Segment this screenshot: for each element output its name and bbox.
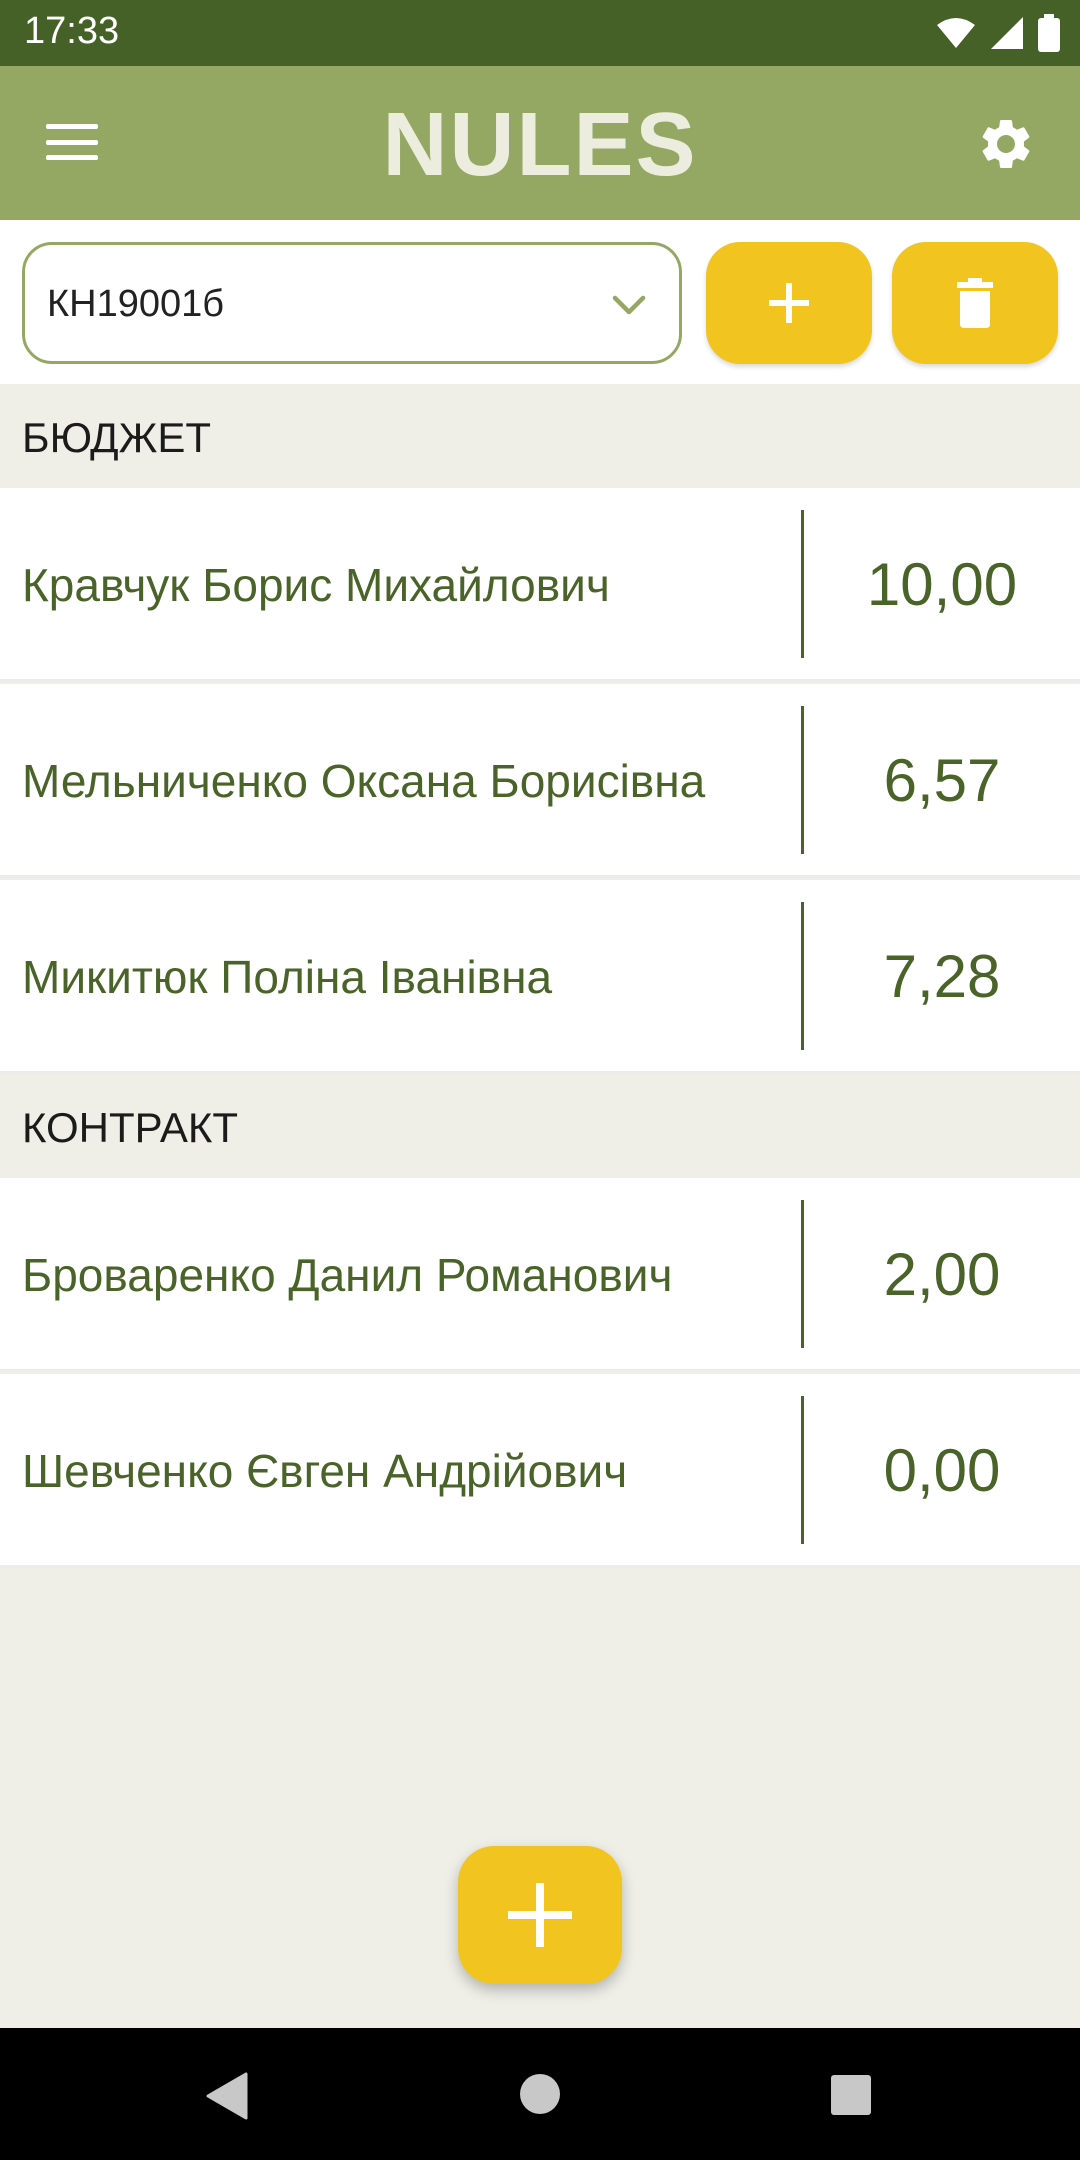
student-score: 2,00 [883, 1241, 1001, 1308]
home-icon[interactable] [518, 2072, 562, 2116]
student-row[interactable]: Микитюк Поліна Іванівна 7,28 [0, 880, 1080, 1074]
status-icons [936, 12, 1060, 54]
trash-icon [957, 278, 993, 328]
plus-icon [508, 1883, 572, 1947]
group-select[interactable]: КН19001б [22, 242, 682, 364]
add-student-fab[interactable] [458, 1846, 622, 1984]
status-time: 17:33 [24, 10, 120, 52]
app-bar: NULES [0, 66, 1080, 220]
student-name: Кравчук Борис Михайлович [22, 559, 610, 611]
student-row[interactable]: Броваренко Данил Романович 2,00 [0, 1178, 1080, 1372]
student-name: Шевченко Євген Андрійович [22, 1445, 628, 1497]
app-title: NULES [382, 95, 698, 195]
battery-icon [1038, 14, 1060, 52]
delete-group-button[interactable] [892, 242, 1058, 364]
student-name: Броваренко Данил Романович [22, 1249, 673, 1301]
signal-icon [991, 17, 1023, 49]
section-header-budget: БЮДЖЕТ [0, 384, 1080, 488]
section-title: КОНТРАКТ [22, 1104, 238, 1151]
section-header-contract: КОНТРАКТ [0, 1074, 1080, 1178]
wifi-icon [937, 18, 975, 48]
chevron-down-icon [612, 295, 646, 315]
student-row[interactable]: Кравчук Борис Михайлович 10,00 [0, 488, 1080, 682]
group-select-value: КН19001б [47, 283, 225, 325]
student-row[interactable]: Мельниченко Оксана Борисівна 6,57 [0, 684, 1080, 878]
student-score: 7,28 [883, 943, 1001, 1010]
status-bar: 17:33 [0, 0, 1080, 66]
system-nav-bar [0, 2028, 1080, 2160]
section-title: БЮДЖЕТ [22, 414, 212, 461]
plus-icon [769, 283, 809, 323]
back-icon[interactable] [204, 2072, 248, 2120]
student-score: 6,57 [883, 747, 1001, 814]
add-group-button[interactable] [706, 242, 872, 364]
gear-icon[interactable] [976, 114, 1036, 174]
student-score: 10,00 [866, 551, 1018, 618]
student-name: Микитюк Поліна Іванівна [22, 951, 553, 1003]
student-row[interactable]: Шевченко Євген Андрійович 0,00 [0, 1374, 1080, 1568]
recents-icon[interactable] [830, 2074, 872, 2116]
student-name: Мельниченко Оксана Борисівна [22, 755, 706, 807]
student-score: 0,00 [883, 1437, 1001, 1504]
group-toolbar: КН19001б [0, 220, 1080, 384]
